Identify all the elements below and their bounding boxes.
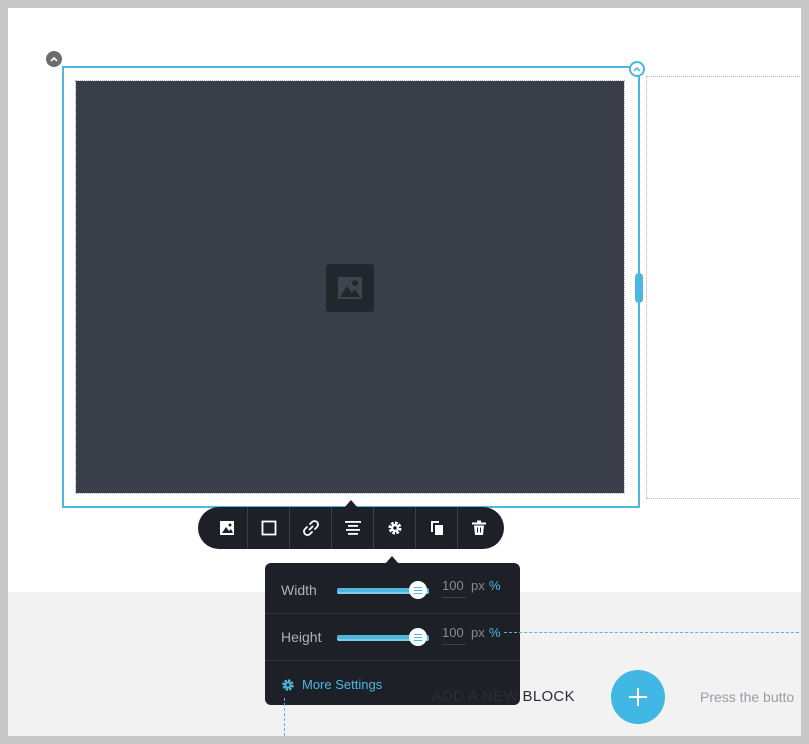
gear-icon [282, 678, 294, 691]
more-settings-label: More Settings [302, 677, 383, 692]
add-block-label: ADD A NEW BLOCK [432, 688, 575, 705]
border-button[interactable] [248, 507, 290, 549]
copy-icon [430, 521, 443, 535]
width-unit-percent[interactable]: % [489, 578, 501, 593]
trash-icon [472, 520, 486, 535]
width-row: Width 100 px % [265, 566, 520, 614]
height-row: Height 100 px % [265, 613, 520, 661]
square-icon [261, 520, 276, 536]
block-toolbar [198, 507, 504, 549]
image-icon [219, 521, 234, 535]
width-unit-px[interactable]: px [471, 578, 485, 593]
height-value-input[interactable]: 100 [442, 625, 466, 645]
height-unit-percent[interactable]: % [489, 625, 501, 640]
settings-button[interactable] [374, 507, 416, 549]
dropzone-border-top [504, 632, 801, 633]
delete-button[interactable] [458, 507, 500, 549]
plus-icon [629, 688, 647, 706]
align-center-icon [344, 521, 361, 535]
adjacent-column-placeholder[interactable] [646, 76, 801, 499]
image-placeholder[interactable] [75, 80, 625, 494]
collapse-handle[interactable] [46, 51, 62, 67]
add-block-button[interactable] [611, 670, 665, 724]
width-slider-thumb[interactable] [409, 581, 427, 599]
height-unit-px[interactable]: px [471, 625, 485, 640]
gear-icon [388, 521, 401, 535]
column-resize-handle[interactable] [635, 273, 643, 303]
width-label: Width [281, 581, 317, 598]
link-button[interactable] [290, 507, 332, 549]
chevron-up-handle-icon[interactable] [629, 61, 645, 77]
height-slider-thumb[interactable] [409, 628, 427, 646]
dropzone-border-left [284, 698, 285, 736]
align-button[interactable] [332, 507, 374, 549]
link-icon [302, 520, 319, 536]
width-value-input[interactable]: 100 [442, 578, 466, 598]
more-settings-link[interactable]: More Settings [281, 677, 382, 692]
height-label: Height [281, 628, 322, 645]
duplicate-button[interactable] [416, 507, 458, 549]
editor-canvas: Width 100 px % Height 100 px % More Sett… [8, 8, 801, 736]
size-settings-popup: Width 100 px % Height 100 px % More Sett… [265, 563, 520, 705]
image-placeholder-icon [326, 264, 374, 312]
add-block-hint: Press the butto [700, 689, 795, 705]
change-image-button[interactable] [206, 507, 248, 549]
